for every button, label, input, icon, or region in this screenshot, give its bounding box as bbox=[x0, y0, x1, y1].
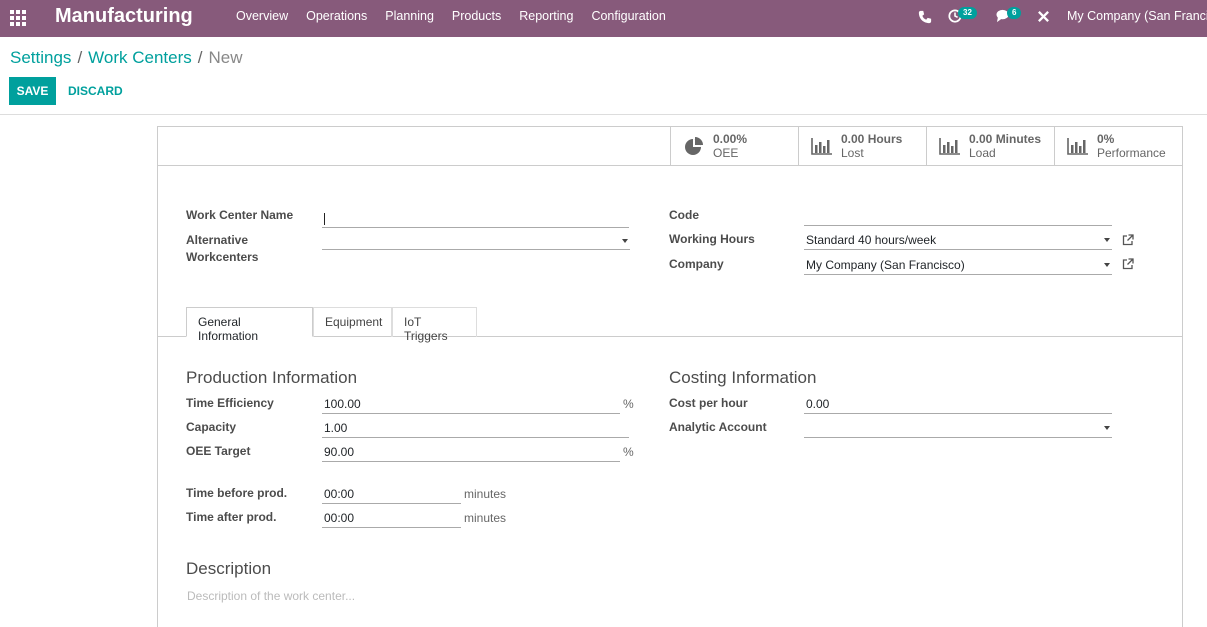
load-label: Load bbox=[969, 146, 996, 160]
performance-label: Performance bbox=[1097, 146, 1166, 160]
oee-target-label: OEE Target bbox=[186, 444, 251, 458]
chevron-down-icon[interactable] bbox=[1104, 238, 1110, 242]
company-switcher[interactable]: My Company (San Francisco) bbox=[1067, 9, 1207, 23]
chevron-down-icon[interactable] bbox=[622, 239, 628, 243]
time-efficiency-label: Time Efficiency bbox=[186, 396, 274, 410]
activity-count-badge: 32 bbox=[958, 7, 977, 19]
bar-chart-icon bbox=[811, 138, 832, 155]
working-hours-select[interactable]: Standard 40 hours/week bbox=[804, 228, 1112, 250]
menu-overview[interactable]: Overview bbox=[236, 9, 288, 23]
work-center-name-input[interactable] bbox=[322, 206, 629, 228]
chevron-down-icon[interactable] bbox=[1104, 426, 1110, 430]
breadcrumb-settings[interactable]: Settings bbox=[10, 48, 71, 67]
pie-chart-icon bbox=[685, 137, 703, 155]
apps-grid-icon[interactable] bbox=[10, 10, 26, 26]
phone-icon[interactable] bbox=[918, 10, 932, 24]
capacity-label: Capacity bbox=[186, 420, 237, 434]
external-link-icon[interactable] bbox=[1122, 258, 1134, 270]
form-sheet: 0.00% OEE 0.00 Hours Lost 0.00 Minutes L… bbox=[157, 126, 1183, 627]
work-center-name-label: Work Center Name bbox=[186, 208, 294, 222]
production-information-title: Production Information bbox=[186, 368, 358, 387]
time-before-prod-unit: minutes bbox=[464, 487, 507, 501]
menu-operations[interactable]: Operations bbox=[306, 9, 367, 23]
chat-count-badge: 6 bbox=[1007, 7, 1022, 19]
time-after-prod-unit: minutes bbox=[464, 511, 507, 525]
menu-reporting[interactable]: Reporting bbox=[519, 9, 573, 23]
notebook-tabs: General Information Equipment IoT Trigge… bbox=[158, 307, 1182, 343]
breadcrumb: Settings / Work Centers / New bbox=[10, 48, 243, 67]
time-before-prod-label: Time before prod. bbox=[186, 486, 288, 500]
company-select[interactable]: My Company (San Francisco) bbox=[804, 253, 1112, 275]
description-textarea[interactable]: Description of the work center... bbox=[187, 589, 355, 603]
text-cursor bbox=[324, 212, 325, 225]
analytic-account-label: Analytic Account bbox=[669, 420, 767, 434]
capacity-input[interactable]: 1.00 bbox=[322, 416, 629, 438]
analytic-account-select[interactable] bbox=[804, 416, 1112, 438]
costing-information-title: Costing Information bbox=[669, 368, 817, 387]
save-button[interactable]: SAVE bbox=[9, 77, 56, 105]
time-efficiency-input[interactable]: 100.00 bbox=[322, 392, 620, 414]
alternative-workcenters-label: Alternative Workcenters bbox=[186, 233, 259, 264]
menu-planning[interactable]: Planning bbox=[385, 9, 434, 23]
discard-button[interactable]: DISCARD bbox=[62, 77, 129, 105]
time-after-prod-label: Time after prod. bbox=[186, 510, 277, 524]
cost-per-hour-input[interactable]: 0.00 bbox=[804, 392, 1112, 414]
oee-value: 0.00% bbox=[713, 132, 748, 146]
cost-per-hour-label: Cost per hour bbox=[669, 396, 748, 410]
oee-stat-button[interactable]: 0.00% OEE bbox=[670, 127, 798, 165]
load-stat-button[interactable]: 0.00 Minutes Load bbox=[926, 127, 1054, 165]
load-value: 0.00 Minutes bbox=[969, 132, 1042, 146]
menu-products[interactable]: Products bbox=[452, 9, 501, 23]
code-input[interactable] bbox=[804, 204, 1112, 226]
smart-button-box: 0.00% OEE 0.00 Hours Lost 0.00 Minutes L… bbox=[158, 127, 1182, 166]
bar-chart-icon bbox=[939, 138, 960, 155]
breadcrumb-work-centers[interactable]: Work Centers bbox=[88, 48, 192, 67]
performance-value: 0% bbox=[1097, 132, 1115, 146]
oee-target-input[interactable]: 90.00 bbox=[322, 440, 620, 462]
company-label: Company bbox=[669, 257, 724, 271]
oee-label: OEE bbox=[713, 146, 739, 160]
breadcrumb-current: New bbox=[208, 48, 243, 67]
tab-general-information[interactable]: General Information bbox=[186, 307, 313, 343]
time-efficiency-unit: % bbox=[623, 397, 634, 411]
top-navbar: Manufacturing Overview Operations Planni… bbox=[0, 0, 1207, 37]
lost-label: Lost bbox=[841, 146, 864, 160]
bar-chart-icon bbox=[1067, 138, 1088, 155]
oee-target-unit: % bbox=[623, 445, 634, 459]
control-panel-divider bbox=[0, 114, 1207, 115]
menu-configuration[interactable]: Configuration bbox=[591, 9, 665, 23]
external-link-icon[interactable] bbox=[1122, 234, 1134, 246]
tab-equipment[interactable]: Equipment bbox=[313, 307, 392, 337]
performance-stat-button[interactable]: 0% Performance bbox=[1054, 127, 1182, 165]
app-name: Manufacturing bbox=[55, 5, 193, 27]
close-icon[interactable] bbox=[1037, 10, 1050, 23]
description-title: Description bbox=[186, 559, 272, 578]
lost-stat-button[interactable]: 0.00 Hours Lost bbox=[798, 127, 926, 165]
time-before-prod-input[interactable]: 00:00 bbox=[322, 482, 461, 504]
lost-value: 0.00 Hours bbox=[841, 132, 903, 146]
time-after-prod-input[interactable]: 00:00 bbox=[322, 506, 461, 528]
main-menu: Overview Operations Planning Products Re… bbox=[236, 9, 684, 23]
code-label: Code bbox=[669, 208, 699, 222]
alternative-workcenters-select[interactable] bbox=[322, 228, 630, 250]
working-hours-label: Working Hours bbox=[669, 232, 755, 246]
chevron-down-icon[interactable] bbox=[1104, 263, 1110, 267]
tab-iot-triggers[interactable]: IoT Triggers bbox=[392, 307, 477, 343]
